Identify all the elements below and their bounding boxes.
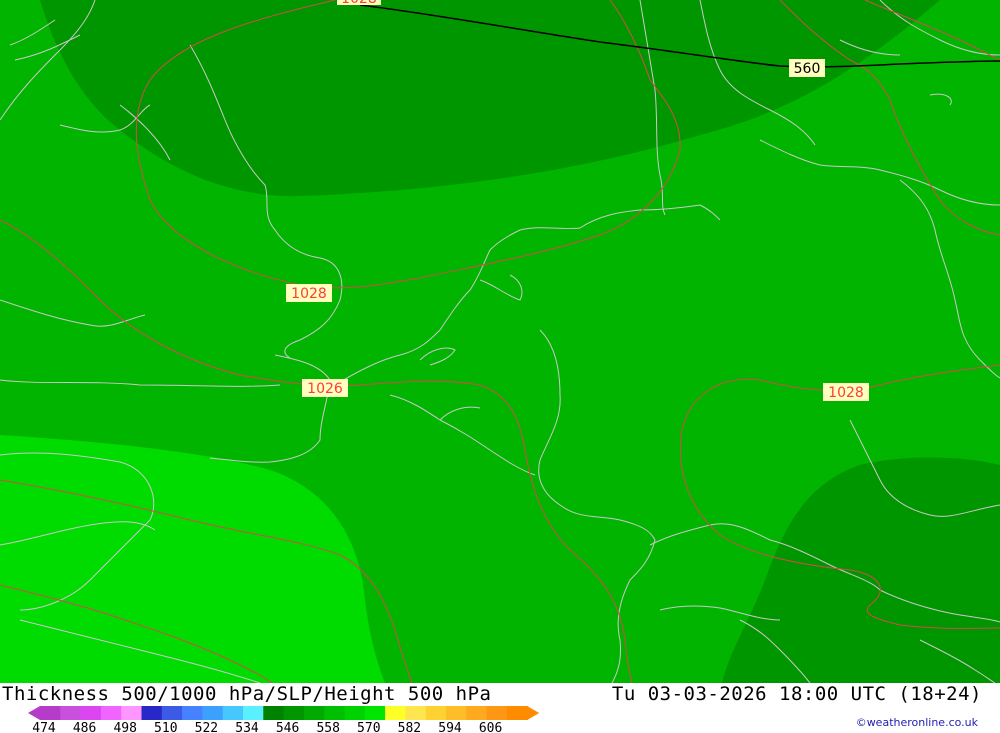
legend-swatch xyxy=(385,706,406,720)
legend-swatch xyxy=(80,706,102,720)
legend-swatch xyxy=(263,706,285,720)
legend-tick-label: 606 xyxy=(479,721,502,733)
legend-swatch xyxy=(40,706,61,720)
legend-swatch xyxy=(506,706,528,720)
weather-map: 1028 1028 1026 1028 560 xyxy=(0,0,1000,683)
isobar-label-1028-east: 1028 xyxy=(823,383,869,401)
legend-swatches xyxy=(28,706,540,720)
legend-arrow-left xyxy=(28,706,40,720)
legend-tick-label: 474 xyxy=(32,721,56,733)
legend-swatch xyxy=(121,706,142,720)
legend-swatch xyxy=(364,706,386,720)
legend-swatch xyxy=(202,706,224,720)
legend-swatch xyxy=(243,706,264,720)
legend-swatch xyxy=(425,706,447,720)
isobar-label-top: 1028 xyxy=(337,0,381,7)
legend-swatch xyxy=(60,706,82,720)
legend-swatch xyxy=(100,706,122,720)
legend-swatch xyxy=(161,706,183,720)
height-label-560: 560 xyxy=(789,59,825,77)
legend-tick-label: 510 xyxy=(154,721,177,733)
legend-tick-label: 546 xyxy=(276,721,299,733)
svg-text:1028: 1028 xyxy=(828,385,864,401)
legend-tick-label: 594 xyxy=(438,721,462,733)
legend-swatch xyxy=(446,706,467,720)
legend-tick-label: 558 xyxy=(316,721,339,733)
legend-tick-label: 486 xyxy=(73,721,96,733)
svg-text:1028: 1028 xyxy=(291,286,327,302)
legend-tick-label: 522 xyxy=(195,721,218,733)
svg-text:1026: 1026 xyxy=(307,381,343,397)
legend-tick-label: 534 xyxy=(235,721,259,733)
legend-tick-label: 498 xyxy=(113,721,136,733)
legend-swatch xyxy=(283,706,305,720)
valid-time: Tu 03-03-2026 18:00 UTC (18+24) xyxy=(611,683,982,705)
legend-swatch xyxy=(344,706,366,720)
legend-tick-label: 582 xyxy=(398,721,421,733)
legend-swatch xyxy=(466,706,488,720)
legend-swatch xyxy=(141,706,163,720)
legend-tick-label: 570 xyxy=(357,721,380,733)
legend-swatch xyxy=(182,706,203,720)
isobar-label-1026: 1026 xyxy=(302,379,348,397)
svg-text:560: 560 xyxy=(794,61,821,77)
map-title: Thickness 500/1000 hPa/SLP/Height 500 hP… xyxy=(2,683,492,705)
isobar-label-1028-north: 1028 xyxy=(286,284,332,302)
legend-swatch xyxy=(486,706,508,720)
legend-tick-labels: 474 486 498 510 522 534 546 558 570 582 594 606 xyxy=(32,721,502,733)
color-scale-legend: 474 486 498 510 522 534 546 558 570 582 594 606 xyxy=(28,706,540,733)
legend-swatch xyxy=(303,706,325,720)
svg-text:1028: 1028 xyxy=(341,0,377,7)
legend-swatch xyxy=(324,706,345,720)
legend-swatch xyxy=(222,706,244,720)
legend-swatch xyxy=(405,706,427,720)
legend-arrow-right xyxy=(527,706,540,720)
